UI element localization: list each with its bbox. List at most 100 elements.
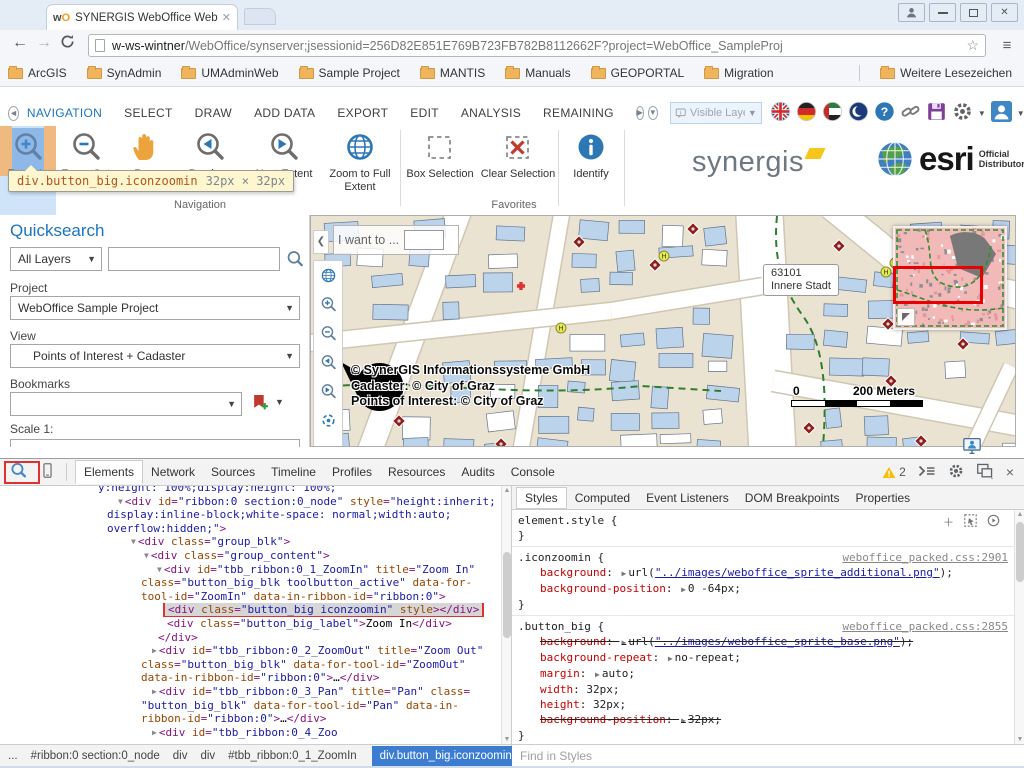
bookmark-menu-caret[interactable]: ▼ [275, 397, 284, 407]
project-select[interactable]: WebOffice Sample Project▼ [10, 296, 300, 320]
dom-tree-line[interactable]: <div class="button_big iconzoomin" style… [0, 603, 511, 617]
warnings-badge[interactable]: 2 [882, 465, 906, 479]
dropdown-caret-icon[interactable]: ▼ [1017, 109, 1024, 118]
toolbar-button-next-extent[interactable]: Next Extent [248, 126, 320, 210]
bookmark-item[interactable]: ArcGIS [8, 66, 67, 80]
selected-dom-node[interactable]: <div class="button_big iconzoomin" style… [163, 603, 484, 617]
dom-tree-line[interactable]: ▼<div class="group_blk"> [0, 535, 511, 549]
bookmark-star-icon[interactable]: ☆ [966, 37, 979, 54]
maximize-button[interactable] [960, 3, 987, 22]
profile-icon[interactable] [898, 3, 925, 22]
overview-extent-rect[interactable] [893, 266, 983, 304]
stylesheet-link[interactable]: weboffice_packed.css:2901 [842, 550, 1008, 565]
css-property[interactable]: margin: ▶auto; [518, 666, 1008, 682]
menu-item-edit[interactable]: EDIT [410, 106, 439, 120]
devtools-close-icon[interactable]: × [1006, 464, 1014, 480]
flag-uk-icon[interactable] [770, 101, 791, 125]
toolbar-button-previous-extent[interactable]: Previous [174, 126, 246, 210]
dom-tree-line[interactable]: display:inline-block;white-space: normal… [0, 508, 511, 522]
settings-gear-icon[interactable] [952, 101, 973, 125]
ribbon-more-icon[interactable]: ▼ [648, 106, 658, 120]
bookmark-item[interactable]: Manuals [505, 66, 570, 80]
css-property[interactable]: background-repeat: ▶no-repeat; [518, 650, 1008, 666]
tab-close-icon[interactable]: ✕ [222, 11, 231, 24]
reload-icon[interactable] [60, 34, 75, 54]
devtools-settings-icon[interactable] [948, 463, 964, 482]
dom-tree-line[interactable]: ▶<div id="tbb_ribbon:0_4_Zoo [0, 726, 511, 740]
breadcrumb-item[interactable]: ... [8, 750, 18, 762]
device-mode-icon[interactable] [39, 461, 56, 483]
flag-ae-icon[interactable] [822, 101, 843, 125]
console-drawer-icon[interactable] [918, 464, 936, 481]
dom-tree-line[interactable]: tool-id="ZoomIn" data-in-ribbon-id="ribb… [0, 590, 511, 604]
dom-tree-line[interactable]: <div class="button_big_label">Zoom In</d… [0, 617, 511, 631]
bookmark-item[interactable]: UMAdminWeb [181, 66, 278, 80]
ribbon-next-icon[interactable]: ▶ [636, 106, 644, 120]
styles-scrollbar[interactable]: ▲ ▼ [1014, 510, 1024, 744]
screen-share-icon[interactable] [962, 437, 982, 455]
dropdown-caret-icon[interactable]: ▼ [978, 109, 986, 118]
menu-item-add-data[interactable]: ADD DATA [254, 106, 315, 120]
stylesheet-link[interactable]: weboffice_packed.css:2855 [842, 619, 1008, 634]
dom-tree-line[interactable]: ribbon-id="ribbon:0">…</div> [0, 712, 511, 726]
user-icon[interactable] [991, 101, 1012, 125]
toolbar-button-clear-selection[interactable]: Clear Selection [478, 126, 558, 210]
dom-tree-line[interactable]: ▶<div id="tbb_ribbon:0_3_Pan" title="Pan… [0, 685, 511, 699]
i-want-to-input[interactable] [404, 230, 444, 250]
css-property[interactable]: background-position: ▶32px; [518, 712, 1008, 728]
elements-scrollbar[interactable]: ▲ ▼ [501, 486, 511, 744]
dom-tree-line[interactable]: ▶<div id="tbb_ribbon:0_2_ZoomOut" title=… [0, 644, 511, 658]
new-style-rule-icon[interactable]: ＋ [943, 514, 954, 530]
scale-input[interactable] [10, 439, 300, 447]
dom-tree-line[interactable]: ▼<div id="ribbon:0 section:0_node" style… [0, 495, 511, 509]
ribbon-collapse-icon[interactable]: ◄ [8, 106, 19, 121]
center-position-icon[interactable] [320, 412, 337, 434]
toolbar-button-box-selection[interactable]: Box Selection [404, 126, 476, 210]
previous-extent-icon[interactable] [320, 354, 337, 376]
devtools-tab-profiles[interactable]: Profiles [324, 460, 380, 484]
toolbar-button-pan-hand[interactable]: Pan [116, 126, 172, 210]
bookmark-item[interactable]: SynAdmin [87, 66, 162, 80]
toolbar-button-identify[interactable]: Identify [560, 126, 622, 210]
toolbar-button-zoom-out[interactable]: Zoom Out [58, 126, 114, 210]
devtools-tab-console[interactable]: Console [503, 460, 563, 484]
next-extent-icon[interactable] [320, 383, 337, 405]
bookmark-item[interactable]: GEOPORTAL [591, 66, 685, 80]
menu-item-draw[interactable]: DRAW [195, 106, 232, 120]
bookmark-item[interactable]: Migration [704, 66, 773, 80]
back-icon[interactable]: ← [12, 34, 28, 52]
menu-item-export[interactable]: EXPORT [337, 106, 388, 120]
breadcrumb-item[interactable]: div [200, 750, 215, 762]
zoom-in-icon[interactable] [320, 296, 337, 318]
view-select[interactable]: Points of Interest + Cadaster▼ [10, 344, 300, 368]
overview-map[interactable] [893, 226, 1007, 330]
styles-tab-properties[interactable]: Properties [847, 487, 918, 509]
breadcrumb-item[interactable]: #tbb_ribbon:0_1_ZoomIn [228, 750, 357, 762]
browser-menu-icon[interactable]: ≡ [994, 35, 1020, 56]
devtools-tab-sources[interactable]: Sources [203, 460, 263, 484]
i-want-to-box[interactable]: I want to ... [333, 225, 459, 255]
dom-tree-line[interactable]: ▼<div class="group_content"> [0, 549, 511, 563]
bookmark-item[interactable]: Sample Project [299, 66, 400, 80]
css-property[interactable]: width: 32px; [518, 682, 1008, 697]
styles-tab-event-listeners[interactable]: Event Listeners [638, 487, 737, 509]
sidebar-collapse-icon[interactable]: ❮ [313, 230, 329, 254]
menu-item-remaining[interactable]: REMAINING [543, 106, 614, 120]
menu-item-navigation[interactable]: NAVIGATION [27, 106, 102, 120]
bookmarks-select[interactable]: ▼ [10, 392, 242, 416]
dom-tree-line[interactable]: data-in-ribbon-id="ribbon:0">…</div> [0, 671, 511, 685]
url-bar[interactable]: w-ws-wintner /WebOffice/synserver;jsessi… [88, 34, 986, 57]
dom-tree-line[interactable]: y:height: 100%;display:height: 100%; [0, 486, 511, 495]
quicksearch-input[interactable] [108, 247, 280, 271]
find-in-styles[interactable]: Find in Styles [512, 744, 1024, 767]
css-property[interactable]: background-position: ▶0 -64px; [518, 581, 1008, 597]
bookmarks-overflow[interactable]: Weitere Lesezeichen [880, 66, 1012, 80]
dock-side-icon[interactable] [976, 463, 994, 482]
flag-de-icon[interactable] [796, 101, 817, 125]
close-button[interactable]: ✕ [991, 3, 1018, 22]
dom-tree-line[interactable]: class="button_big_blk toolbutton_active"… [0, 576, 511, 590]
breadcrumb-selected[interactable]: div.button_big.iconzoomin [372, 746, 520, 766]
dom-tree-line[interactable]: overflow:hidden;"> [0, 522, 511, 536]
devtools-tab-audits[interactable]: Audits [453, 460, 502, 484]
css-property[interactable]: height: 32px; [518, 697, 1008, 712]
